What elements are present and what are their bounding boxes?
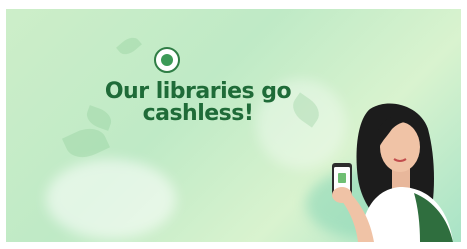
background-glow [46, 159, 176, 239]
brand-row [154, 47, 186, 73]
leaf-icon [116, 33, 142, 59]
promo-banner: Our libraries go cashless! [6, 9, 461, 242]
headline: Our libraries go cashless! [104, 79, 292, 126]
library-logo-icon [154, 47, 180, 73]
woman-holding-phone-illustration [332, 103, 453, 242]
